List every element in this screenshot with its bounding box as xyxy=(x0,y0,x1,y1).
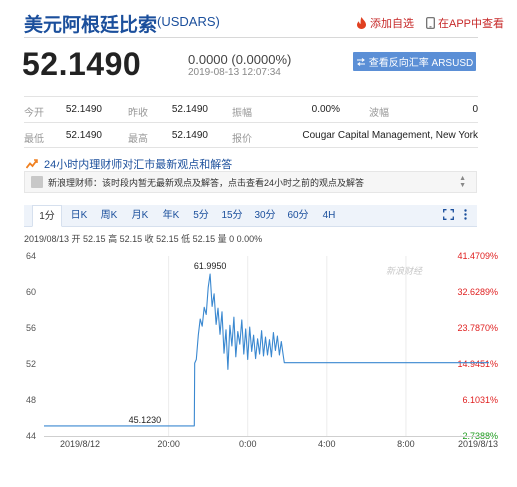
x-tick-label: 8:00 xyxy=(397,439,415,449)
extreme-value-label: 61.9950 xyxy=(194,261,227,271)
stat-value-open: 52.1490 xyxy=(65,104,102,115)
stat-label-open: 今开 xyxy=(24,108,44,119)
tab-15min[interactable]: 15分 xyxy=(217,205,247,227)
y-right-tick-label: 14.9451% xyxy=(457,359,498,369)
stat-label-volatility: 波幅 xyxy=(369,108,389,119)
price-chart[interactable]: 64 60 56 52 48 44 41.4709% 32.6289% 23.7870% 14.9… xyxy=(24,244,514,464)
stats-row: 今开 52.1490 昨收 52.1490 振幅 0.00% 波幅 0 xyxy=(24,96,478,122)
y-tick-label: 60 xyxy=(26,287,36,297)
stat-label-amplitude: 振幅 xyxy=(232,108,252,119)
y-right-tick-label: 32.6289% xyxy=(457,287,498,297)
stat-value-volatility: 0 xyxy=(472,104,478,115)
stat-value-low: 52.1490 xyxy=(65,130,102,141)
header: 美元阿根廷比索 (USDARS) 添加自选 在APP中查看 xyxy=(24,10,504,36)
y-tick-label: 64 xyxy=(26,251,36,261)
y-right-tick-label: 23.7870% xyxy=(457,323,498,333)
x-tick-label: 2019/8/13 xyxy=(458,439,498,449)
stat-label-quote-source: 报价 xyxy=(232,134,252,145)
stat-label-high: 最高 xyxy=(128,134,148,145)
phone-icon xyxy=(426,17,435,29)
stat-label-prev-close: 昨收 xyxy=(128,108,148,119)
sina-watermark: 新浪财经 xyxy=(386,266,423,276)
news-item-text: 新浪理财师：该时段内暂无最新观点及解答，点击查看24小时之前的观点及解答 xyxy=(48,177,365,188)
y-right-tick-label: 6.1031% xyxy=(462,395,498,405)
x-tick-label: 2019/8/12 xyxy=(60,439,100,449)
stat-value-high: 52.1490 xyxy=(171,130,208,141)
news-item[interactable]: 新浪理财师：该时段内暂无最新观点及解答，点击查看24小时之前的观点及解答 ▲ ▼ xyxy=(24,171,477,193)
tab-1min[interactable]: 1分 xyxy=(32,205,62,227)
tab-4h[interactable]: 4H xyxy=(316,205,342,227)
tab-weekly-k[interactable]: 周K xyxy=(96,205,122,227)
more-options-icon[interactable] xyxy=(464,209,467,220)
x-tick-label: 20:00 xyxy=(157,439,180,449)
add-watchlist-label: 添加自选 xyxy=(369,18,414,30)
stat-value-prev-close: 52.1490 xyxy=(171,104,208,115)
reverse-rate-label: 查看反向汇率 ARSUSD xyxy=(368,58,474,69)
add-watchlist-link[interactable]: 添加自选 xyxy=(356,15,414,31)
tab-daily-k[interactable]: 日K xyxy=(66,205,92,227)
header-divider xyxy=(24,37,478,38)
fullscreen-icon[interactable] xyxy=(443,209,454,220)
view-in-app-link[interactable]: 在APP中查看 xyxy=(426,15,504,31)
tab-5min[interactable]: 5分 xyxy=(188,205,214,227)
tab-30min[interactable]: 30分 xyxy=(250,205,280,227)
advisor-avatar xyxy=(31,176,43,188)
news-heading: 24小时内理财师对汇市最新观点和解答 xyxy=(44,159,233,171)
price-line-series xyxy=(44,273,489,427)
trend-icon xyxy=(26,159,38,169)
y-tick-label: 48 xyxy=(26,395,36,405)
reverse-rate-button[interactable]: 查看反向汇率 ARSUSD xyxy=(353,52,476,71)
tab-60min[interactable]: 60分 xyxy=(283,205,313,227)
y-right-tick-label: 41.4709% xyxy=(457,251,498,261)
y-tick-label: 44 xyxy=(26,431,36,441)
y-tick-label: 52 xyxy=(26,359,36,369)
page-title: 美元阿根廷比索 xyxy=(24,15,158,36)
stats-row: 最低 52.1490 最高 52.1490 报价 Cougar Capital … xyxy=(24,122,478,148)
header-links: 添加自选 在APP中查看 xyxy=(344,15,504,31)
chevron-up-icon[interactable]: ▲ xyxy=(459,175,466,182)
view-in-app-label: 在APP中查看 xyxy=(437,18,504,30)
stat-value-quote-source: Cougar Capital Management, New York xyxy=(302,130,478,141)
y-tick-label: 56 xyxy=(26,323,36,333)
current-price: 52.1490 xyxy=(22,46,142,82)
tab-yearly-k[interactable]: 年K xyxy=(158,205,184,227)
chart-period-tabs: 1分 日K 周K 月K 年K 5分 15分 30分 60分 4H xyxy=(24,205,477,227)
stat-label-low: 最低 xyxy=(24,134,44,145)
x-tick-label: 4:00 xyxy=(318,439,336,449)
chevron-down-icon[interactable]: ▼ xyxy=(459,182,466,189)
price-change: 0.0000 (0.0000%) xyxy=(188,52,292,67)
news-scroll-control[interactable]: ▲ ▼ xyxy=(459,175,466,189)
tab-monthly-k[interactable]: 月K xyxy=(127,205,153,227)
x-tick-label: 0:00 xyxy=(239,439,257,449)
quote-timestamp: 2019-08-13 12:07:34 xyxy=(188,67,281,78)
news-heading-link[interactable]: 24小时内理财师对汇市最新观点和解答 xyxy=(26,156,232,172)
chart-tools xyxy=(443,209,467,220)
stats-table: 今开 52.1490 昨收 52.1490 振幅 0.00% 波幅 0 最低 5… xyxy=(24,96,478,148)
extreme-value-label: 45.1230 xyxy=(129,415,162,425)
swap-icon xyxy=(356,57,365,66)
flame-icon xyxy=(356,17,366,29)
symbol-label: (USDARS) xyxy=(157,14,220,29)
stat-value-amplitude: 0.00% xyxy=(311,104,340,115)
